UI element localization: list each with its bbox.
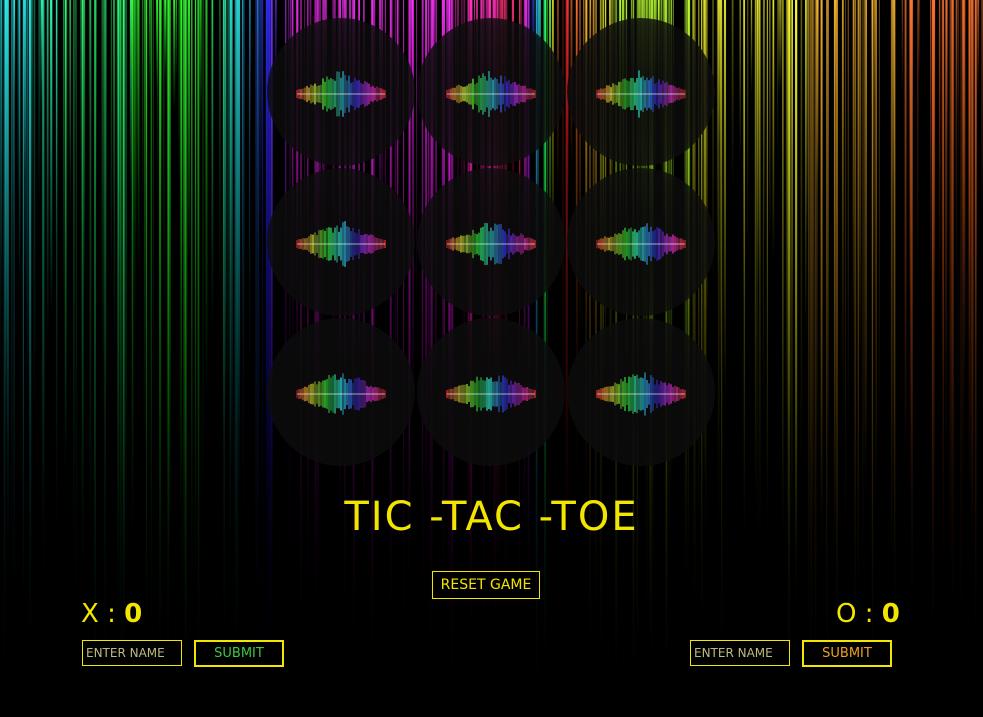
board-cell-6[interactable]: [567, 168, 715, 316]
player-x-submit-button[interactable]: SUBMIT: [194, 640, 284, 667]
board-cell-2[interactable]: [417, 18, 565, 166]
player-o-score-value: 0: [881, 599, 900, 629]
cell-mark: [567, 318, 715, 466]
board-cell-4[interactable]: [267, 168, 415, 316]
board-cell-7[interactable]: [267, 318, 415, 466]
player-x-score-value: 0: [124, 599, 143, 629]
cell-mark: [417, 168, 565, 316]
player-o-name-input[interactable]: [690, 640, 790, 666]
board-cell-3[interactable]: [567, 18, 715, 166]
cell-mark: [417, 18, 565, 166]
score-separator: :: [107, 599, 116, 629]
board-cell-5[interactable]: [417, 168, 565, 316]
game-board: [267, 18, 717, 468]
player-o-submit-button[interactable]: SUBMIT: [802, 640, 892, 667]
reset-game-button[interactable]: RESET GAME: [432, 571, 540, 599]
cell-mark: [267, 168, 415, 316]
player-o-score: O : 0: [836, 599, 900, 629]
cell-mark: [267, 18, 415, 166]
score-separator: :: [864, 599, 874, 629]
player-x-symbol: X: [81, 599, 99, 629]
player-x-name-input[interactable]: [82, 640, 182, 666]
player-x-score: X : 0: [81, 599, 142, 629]
board-cell-1[interactable]: [267, 18, 415, 166]
cell-mark: [267, 318, 415, 466]
board-cell-9[interactable]: [567, 318, 715, 466]
cell-mark: [567, 168, 715, 316]
cell-mark: [417, 318, 565, 466]
game-title: TIC -TAC -TOE: [344, 494, 639, 540]
player-o-symbol: O: [836, 599, 857, 629]
cell-mark: [567, 18, 715, 166]
board-cell-8[interactable]: [417, 318, 565, 466]
